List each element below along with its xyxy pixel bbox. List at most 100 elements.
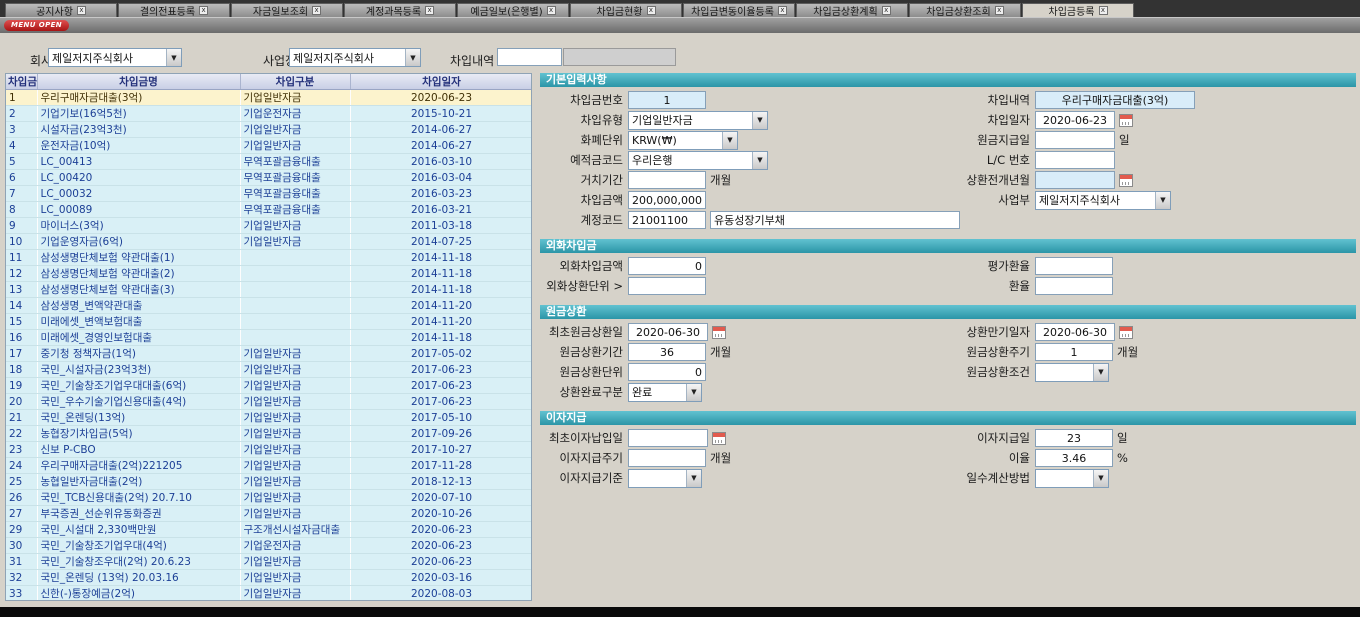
grace-period-field[interactable] xyxy=(628,171,706,189)
grid-cell[interactable]: 기업일반자금 xyxy=(240,218,350,234)
table-row[interactable]: 14삼성생명_변액약관대출2014-11-20 xyxy=(6,298,532,314)
calendar-icon[interactable] xyxy=(712,326,726,339)
grid-cell[interactable]: 2020-06-23 xyxy=(350,90,532,106)
table-row[interactable]: 1우리구매자금대출(3억)기업일반자금2020-06-23 xyxy=(6,90,532,106)
grid-header-code[interactable]: 차입금코드 xyxy=(6,74,37,90)
grid-cell[interactable]: 11 xyxy=(6,250,37,266)
loan-desc-field[interactable] xyxy=(1035,91,1195,109)
table-row[interactable]: 19국민_기술창조기업우대대출(6억)기업일반자금2017-06-23 xyxy=(6,378,532,394)
grid-cell[interactable]: 마이너스(3억) xyxy=(37,218,240,234)
grid-cell[interactable]: 8 xyxy=(6,202,37,218)
fx-amount-field[interactable] xyxy=(628,257,706,275)
table-row[interactable]: 3시설자금(23억3천)기업일반자금2014-06-27 xyxy=(6,122,532,138)
tab-item[interactable]: 차입금상환계획x xyxy=(796,3,908,17)
grid-cell[interactable] xyxy=(240,266,350,282)
grid-cell[interactable]: 25 xyxy=(6,474,37,490)
fx-repay-unit-field[interactable] xyxy=(628,277,706,295)
table-row[interactable]: 31국민_기술창조우대(2억) 20.6.23기업일반자금2020-06-23 xyxy=(6,554,532,570)
principal-pay-day-field[interactable] xyxy=(1035,131,1115,149)
rate-field[interactable] xyxy=(1035,277,1113,295)
grid-cell[interactable]: 농협장기차입금(5억) xyxy=(37,426,240,442)
grid-cell[interactable]: 기업운전자금 xyxy=(240,106,350,122)
grid-cell[interactable]: 기업운전자금 xyxy=(240,538,350,554)
grid-cell[interactable]: 2020-08-03 xyxy=(350,586,532,602)
grid-cell[interactable]: 국민_시설자금(23억3천) xyxy=(37,362,240,378)
grid-cell[interactable]: 2014-06-27 xyxy=(350,122,532,138)
table-row[interactable]: 17중기청 정책자금(1억)기업일반자금2017-05-02 xyxy=(6,346,532,362)
grid-cell[interactable]: 국민_우수기술기업신용대출(4억) xyxy=(37,394,240,410)
repay-period-field[interactable] xyxy=(628,343,706,361)
grid-cell[interactable]: 27 xyxy=(6,506,37,522)
grid-cell[interactable]: 국민_시설대 2,330백만원 xyxy=(37,522,240,538)
grid-cell[interactable]: 10 xyxy=(6,234,37,250)
tab-item[interactable]: 차입금변동이율등록x xyxy=(683,3,795,17)
tab-close-icon[interactable]: x xyxy=(882,6,891,15)
grid-cell[interactable]: 22 xyxy=(6,426,37,442)
grid-cell[interactable]: 기업일반자금 xyxy=(240,490,350,506)
grid-cell[interactable]: 무역포괄금융대출 xyxy=(240,202,350,218)
grid-cell[interactable]: 기업일반자금 xyxy=(240,442,350,458)
division-select[interactable]: 제일저지주식회사 ▼ xyxy=(1035,191,1171,210)
grid-cell[interactable]: 기업일반자금 xyxy=(240,90,350,106)
grid-cell[interactable]: 2016-03-04 xyxy=(350,170,532,186)
grid-cell[interactable]: 4 xyxy=(6,138,37,154)
grid-cell[interactable]: 운전자금(10억) xyxy=(37,138,240,154)
grid-cell[interactable]: 기업일반자금 xyxy=(240,138,350,154)
maturity-date-field[interactable] xyxy=(1035,323,1115,341)
table-row[interactable]: 2기업기보(16억5천)기업운전자금2015-10-21 xyxy=(6,106,532,122)
grid-cell[interactable]: 기업일반자금 xyxy=(240,234,350,250)
grid-cell[interactable]: 2020-06-23 xyxy=(350,522,532,538)
grid-cell[interactable]: 국민_온렌딩 (13억) 20.03.16 xyxy=(37,570,240,586)
repay-condition-select[interactable]: ▼ xyxy=(1035,363,1109,382)
interest-rate-field[interactable] xyxy=(1035,449,1113,467)
eval-rate-field[interactable] xyxy=(1035,257,1113,275)
tab-item[interactable]: 예금일보(은행별)x xyxy=(457,3,569,17)
grid-cell[interactable]: 17 xyxy=(6,346,37,362)
grid-cell[interactable]: 9 xyxy=(6,218,37,234)
grid-cell[interactable]: 기업일반자금 xyxy=(240,570,350,586)
grid-cell[interactable]: LC_00032 xyxy=(37,186,240,202)
tab-item[interactable]: 계정과목등록x xyxy=(344,3,456,17)
grid-cell[interactable]: 무역포괄금융대출 xyxy=(240,170,350,186)
grid-cell[interactable]: 기업일반자금 xyxy=(240,474,350,490)
grid-cell[interactable]: 32 xyxy=(6,570,37,586)
grid-cell[interactable] xyxy=(240,314,350,330)
grid-cell[interactable]: 삼성생명단체보험 약관대출(1) xyxy=(37,250,240,266)
grid-cell[interactable]: 기업일반자금 xyxy=(240,122,350,138)
tab-close-icon[interactable]: x xyxy=(312,6,321,15)
grid-cell[interactable]: 국민_기술창조우대(2억) 20.6.23 xyxy=(37,554,240,570)
table-row[interactable]: 4운전자금(10억)기업일반자금2014-06-27 xyxy=(6,138,532,154)
grid-cell[interactable]: 2017-11-28 xyxy=(350,458,532,474)
grid-cell[interactable]: 2020-10-26 xyxy=(350,506,532,522)
grid-cell[interactable]: 3 xyxy=(6,122,37,138)
grid-cell[interactable]: 국민_TCB신용대출(2억) 20.7.10 xyxy=(37,490,240,506)
table-row[interactable]: 13삼성생명단체보험 약관대출(3)2014-11-18 xyxy=(6,282,532,298)
grid-cell[interactable]: 2020-03-16 xyxy=(350,570,532,586)
tab-item[interactable]: 결의전표등록x xyxy=(118,3,230,17)
grid-cell[interactable]: 기업일반자금 xyxy=(240,586,350,602)
grid-cell[interactable]: 2014-07-25 xyxy=(350,234,532,250)
grid-cell[interactable]: 15 xyxy=(6,314,37,330)
deposit-code-select[interactable]: 우리은행 ▼ xyxy=(628,151,768,170)
tab-item[interactable]: 차입금등록x xyxy=(1022,3,1134,17)
grid-cell[interactable]: 국민_기술창조기업우대대출(6억) xyxy=(37,378,240,394)
table-row[interactable]: 5LC_00413무역포괄금융대출2016-03-10 xyxy=(6,154,532,170)
first-interest-date-field[interactable] xyxy=(628,429,708,447)
table-row[interactable]: 26국민_TCB신용대출(2억) 20.7.10기업일반자금2020-07-10 xyxy=(6,490,532,506)
grid-cell[interactable]: 2014-11-18 xyxy=(350,266,532,282)
grid-cell[interactable]: 구조개선시설자금대출 xyxy=(240,522,350,538)
grid-cell[interactable]: 12 xyxy=(6,266,37,282)
grid-cell[interactable]: LC_00420 xyxy=(37,170,240,186)
grid-cell[interactable]: 2016-03-23 xyxy=(350,186,532,202)
menu-open-button[interactable]: MENU OPEN xyxy=(4,20,69,31)
grid-cell[interactable]: 2014-11-20 xyxy=(350,298,532,314)
table-row[interactable]: 33신한(-)통장예금(2억)기업일반자금2020-08-03 xyxy=(6,586,532,602)
repay-complete-select[interactable]: 완료 ▼ xyxy=(628,383,702,402)
grid-cell[interactable]: 국민_온렌딩(13억) xyxy=(37,410,240,426)
grid-cell[interactable]: 우리구매자금대출(3억) xyxy=(37,90,240,106)
loan-type-select[interactable]: 기업일반자금 ▼ xyxy=(628,111,768,130)
table-row[interactable]: 24우리구매자금대출(2억)221205기업일반자금2017-11-28 xyxy=(6,458,532,474)
grid-cell[interactable]: 삼성생명단체보험 약관대출(2) xyxy=(37,266,240,282)
grid-cell[interactable]: LC_00089 xyxy=(37,202,240,218)
tab-close-icon[interactable]: x xyxy=(77,6,86,15)
